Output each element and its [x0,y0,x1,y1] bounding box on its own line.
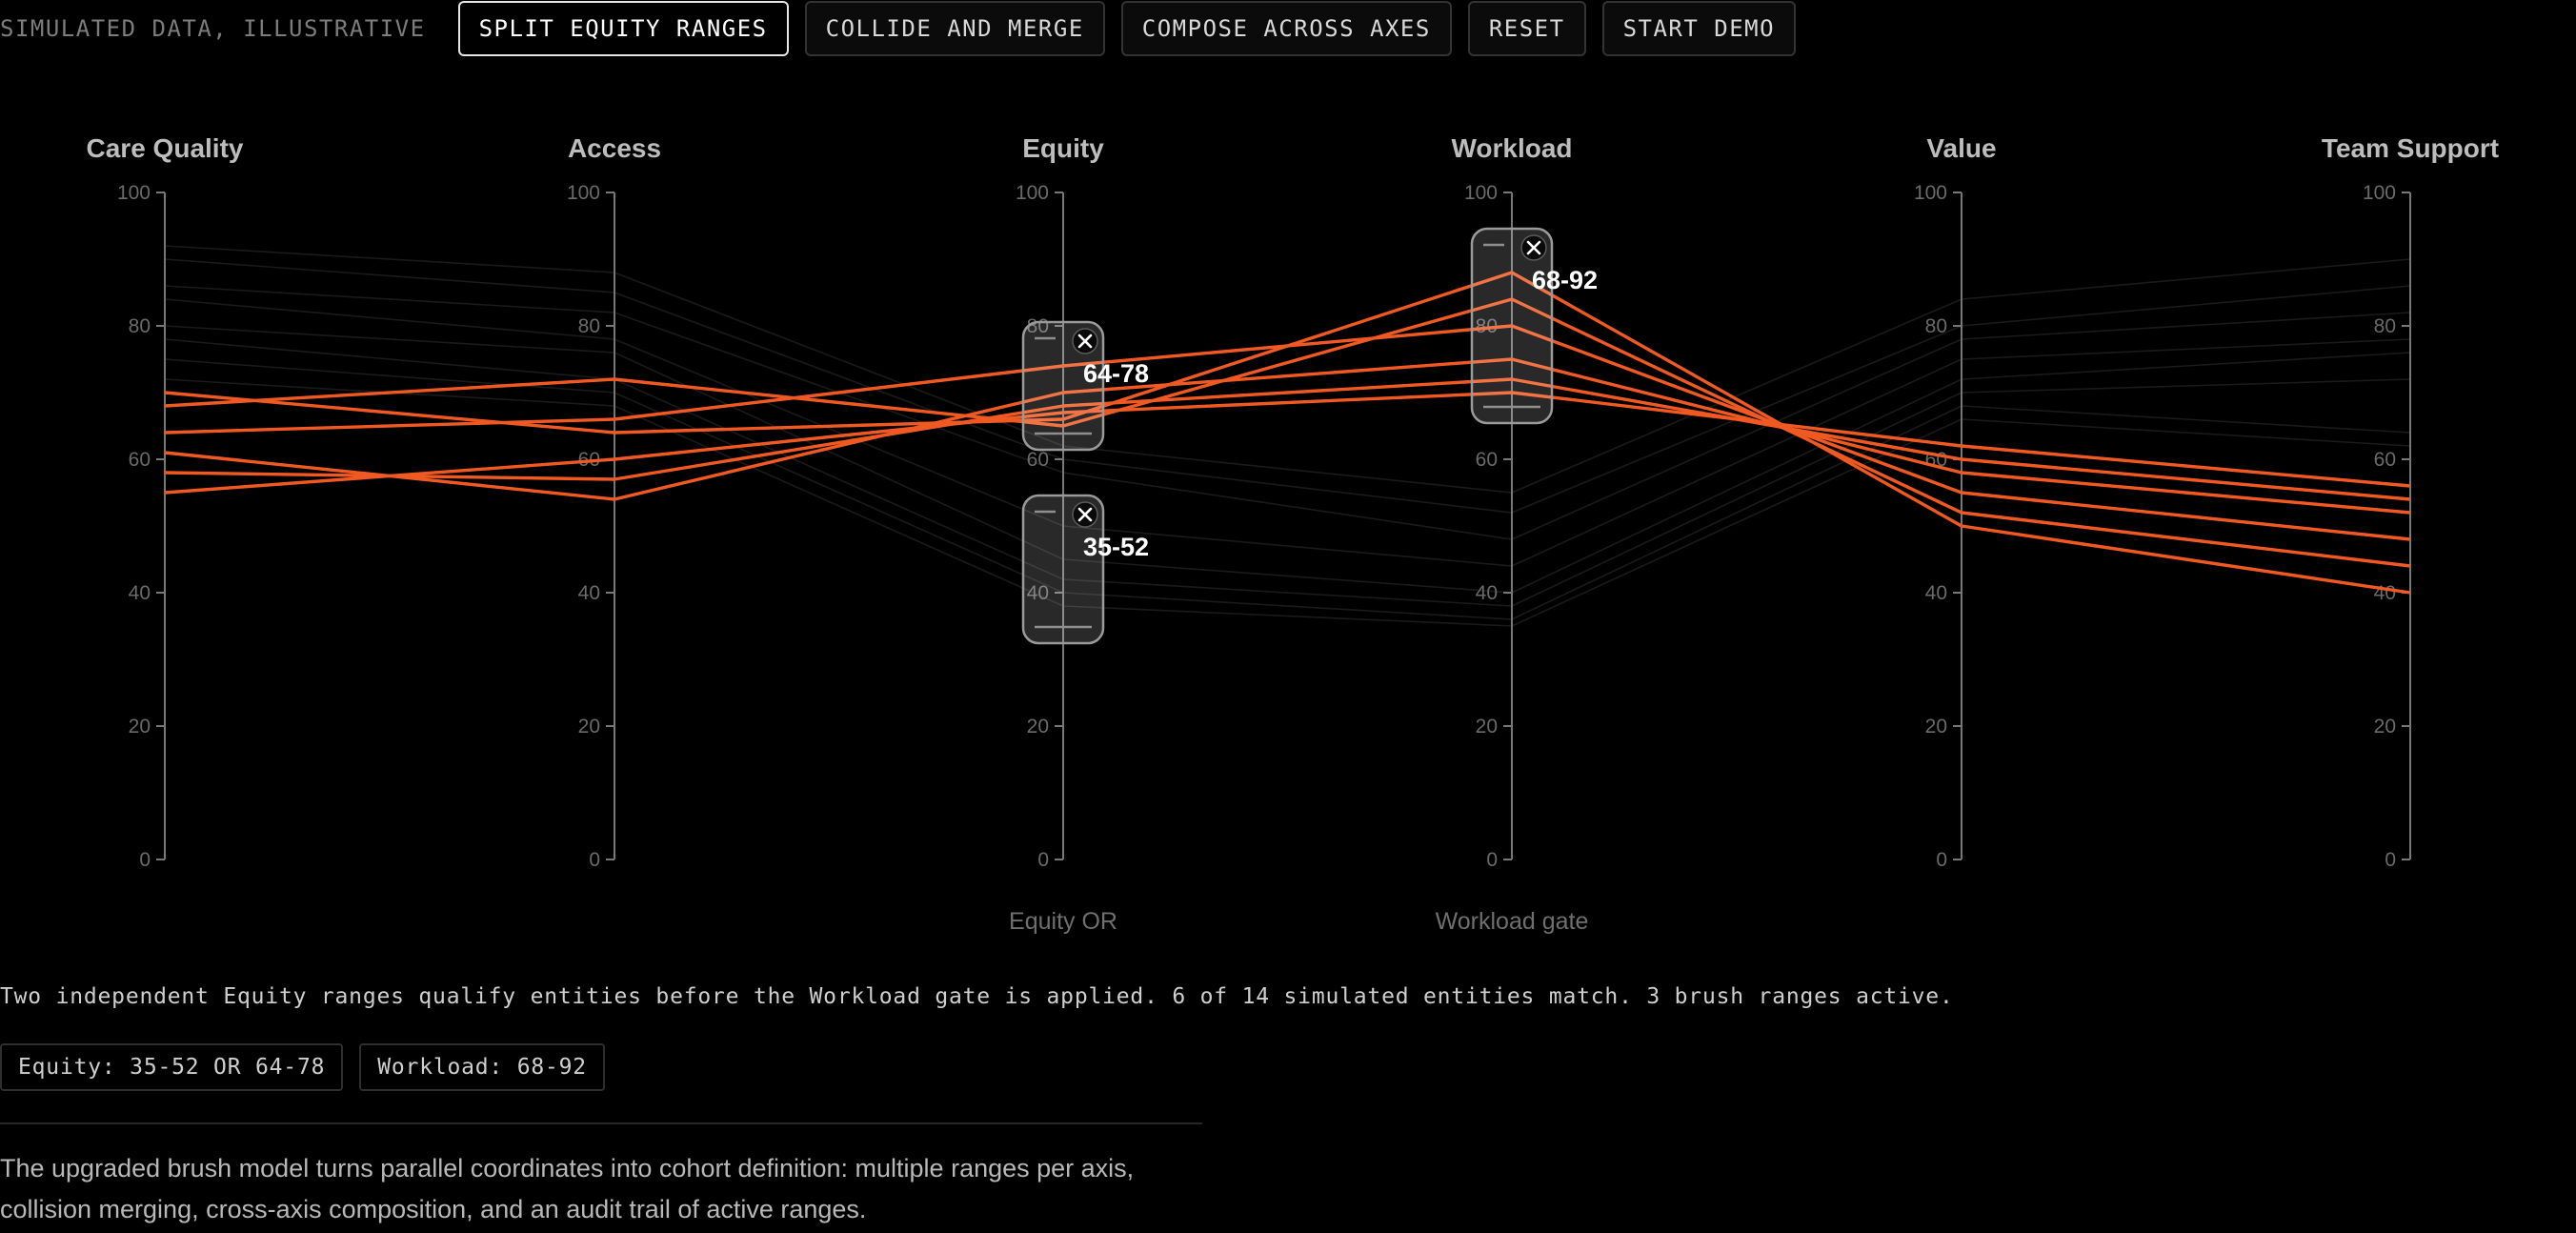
entity-line-match-2 [164,324,2411,541]
entity-line-dim-11 [164,338,2411,607]
tick-label: 80 [1925,315,1947,337]
tick-label: 20 [2374,716,2396,738]
tick-label: 20 [129,716,151,738]
tick-label: 40 [1476,582,1498,604]
close-icon[interactable] [1072,501,1098,528]
entity-line-match-0 [164,271,2411,595]
tick-label: 60 [1027,449,1049,471]
tick-label: 100 [567,182,600,204]
tick-label: 60 [2374,449,2396,471]
entity-line-dim-13 [164,378,2411,627]
tick-label: 0 [1486,849,1498,871]
axis-title-workload: Workload [1451,133,1572,163]
tick-label: 100 [117,182,151,204]
brush-label: 35-52 [1083,533,1149,561]
workload-range-pill[interactable]: Workload: 68-92 [359,1043,605,1091]
tick-label: 40 [2374,582,2396,604]
brush-range-2[interactable]: 68-92 [1470,227,1598,425]
description-text: The upgraded brush model turns parallel … [0,1154,1135,1223]
brush-range-1[interactable]: 35-52 [1021,494,1149,645]
tick-label: 100 [1914,182,1947,204]
divider [0,1122,1202,1124]
entity-line-dim-12 [164,358,2411,620]
tick-label: 40 [129,582,151,604]
tick-label: 40 [1925,582,1947,604]
axis-title-value: Value [1926,133,1996,163]
tick-label: 20 [1027,716,1049,738]
tick-label: 0 [1037,849,1049,871]
brush-label: 64-78 [1083,359,1149,388]
axis-caption-equity: Equity OR [1009,908,1117,935]
tick-label: 0 [1936,849,1947,871]
axis-title-access: Access [568,133,661,163]
tick-label: 0 [589,849,600,871]
tick-label: 100 [2363,182,2396,204]
status-summary: Two independent Equity ranges qualify en… [0,984,1954,1009]
parallel-coordinates-chart: Care Quality 0 20 40 60 80 100 Access 0 20 40 60 80 1… [87,133,2500,935]
brush-range-0[interactable]: 64-78 [1021,320,1149,452]
tick-label: 100 [1464,182,1498,204]
close-icon[interactable] [1520,234,1547,261]
tick-label: 20 [1925,716,1947,738]
tick-label: 80 [2374,315,2396,337]
tick-label: 0 [139,849,151,871]
brush-label: 68-92 [1532,266,1598,294]
axis-title-equity: Equity [1022,133,1104,163]
axis-caption-workload: Workload gate [1436,908,1589,935]
active-range-pills: Equity: 35-52 OR 64-78 Workload: 68-92 [0,1043,621,1091]
tick-label: 60 [129,449,151,471]
matching-lines [164,271,2411,595]
tick-label: 20 [1476,716,1498,738]
entity-line-match-1 [164,297,2411,568]
axis-title-team-support: Team Support [2322,133,2499,163]
entity-line-dim-10 [164,325,2411,594]
dimmed-lines [164,245,2411,627]
equity-range-pill[interactable]: Equity: 35-52 OR 64-78 [0,1043,344,1091]
axis-title-care-quality: Care Quality [87,133,244,163]
tick-label: 60 [1476,449,1498,471]
tick-label: 20 [578,716,600,738]
tick-label: 0 [2385,849,2396,871]
tick-label: 40 [578,582,600,604]
entity-line-match-3 [164,357,2411,515]
tick-label: 80 [578,315,600,337]
tick-label: 80 [129,315,151,337]
close-icon[interactable] [1072,328,1098,354]
tick-label: 100 [1016,182,1049,204]
